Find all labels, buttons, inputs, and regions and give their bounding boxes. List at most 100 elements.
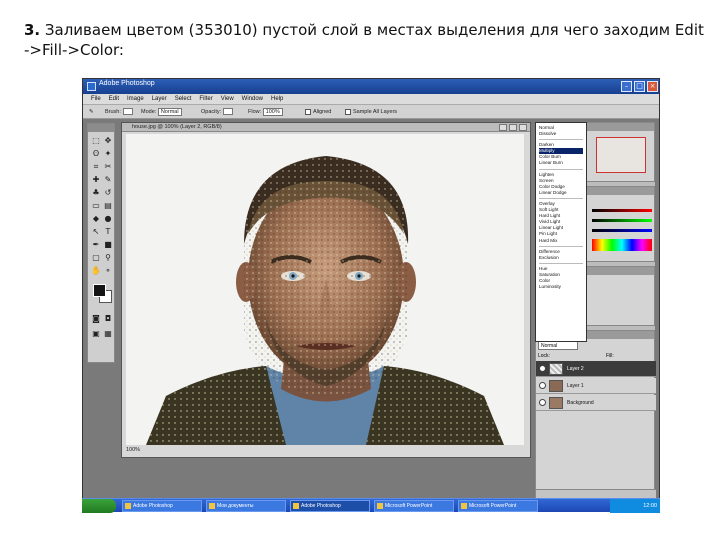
blue-slider[interactable] (592, 229, 652, 232)
menu-edit[interactable]: Edit (109, 94, 119, 104)
app-icon (461, 503, 467, 509)
brush-label: Brush: (105, 109, 121, 115)
taskbar-button[interactable]: Microsoft PowerPoint (374, 500, 454, 512)
app-icon (377, 503, 383, 509)
tool-preset-icon[interactable]: ✎ (89, 105, 94, 119)
screen-mode-icon[interactable]: ▣ (91, 329, 101, 339)
mode-select[interactable]: Normal (157, 107, 182, 116)
doc-maximize-icon[interactable] (509, 124, 517, 131)
flow-field[interactable]: 100% (262, 107, 283, 116)
menu-select[interactable]: Select (175, 94, 192, 104)
navigator-thumbnail[interactable] (596, 137, 646, 173)
taskbar-button[interactable]: Мои документы (206, 500, 286, 512)
red-slider[interactable] (592, 209, 652, 212)
aligned-label: Aligned (313, 109, 332, 115)
taskbar-button[interactable]: Adobe Photoshop (122, 500, 202, 512)
menu-bar: File Edit Image Layer Select Filter View… (83, 94, 659, 105)
opacity-field[interactable] (223, 108, 234, 116)
menu-window[interactable]: Window (242, 94, 263, 104)
menu-view[interactable]: View (221, 94, 234, 104)
move-tool-icon[interactable]: ✥ (103, 136, 113, 146)
doc-close-icon[interactable] (519, 124, 527, 131)
type-tool-icon[interactable]: T (103, 227, 113, 237)
taskbar-button[interactable]: Microsoft PowerPoint (458, 500, 538, 512)
slide: 3. Заливаем цветом (353010) пустой слой … (0, 0, 720, 540)
portrait-image (126, 134, 524, 445)
menu-separator (539, 244, 583, 247)
quick-mask-icon[interactable]: ◙ (91, 314, 101, 324)
close-icon[interactable]: × (647, 81, 658, 92)
eye-icon[interactable] (539, 365, 546, 372)
menu-file[interactable]: File (91, 94, 101, 104)
crop-tool-icon[interactable]: ⌗ (91, 162, 101, 172)
menu-separator (539, 196, 583, 199)
hand-tool-icon[interactable]: ✋ (91, 266, 101, 276)
lasso-tool-icon[interactable]: ʘ (91, 149, 101, 159)
color-ramp[interactable] (592, 239, 652, 251)
instruction-text-line2: ->Fill->Color: (24, 41, 124, 59)
system-tray-clock: 12:00 (610, 499, 660, 513)
step-number: 3. (24, 21, 41, 39)
layer-thumbnail (549, 380, 563, 392)
zoom-tool-icon[interactable]: ⚬ (103, 266, 113, 276)
start-button[interactable] (82, 499, 116, 513)
pen-tool-icon[interactable]: ✒ (91, 240, 101, 250)
right-panel-dock: Normal Lock: Fill: Layer 2 Layer 1 Backg… (535, 122, 656, 502)
magic-wand-tool-icon[interactable]: ✦ (103, 149, 113, 159)
menu-layer[interactable]: Layer (152, 94, 167, 104)
document-window-controls (499, 124, 527, 131)
notes-tool-icon[interactable]: ▢ (91, 253, 101, 263)
gradient-tool-icon[interactable]: ▤ (103, 201, 113, 211)
taskbar-button-active[interactable]: Adobe Photoshop (290, 500, 370, 512)
path-selection-tool-icon[interactable]: ↖ (91, 227, 101, 237)
layers-panel: Normal Lock: Fill: Layer 2 Layer 1 Backg… (535, 330, 656, 500)
blend-mode-select[interactable]: Normal (538, 341, 578, 350)
slice-tool-icon[interactable]: ✂ (103, 162, 113, 172)
layer-name: Layer 1 (567, 383, 584, 389)
shape-tool-icon[interactable]: ■ (103, 240, 113, 250)
eye-icon[interactable] (539, 399, 546, 406)
menu-separator (539, 261, 583, 264)
green-slider[interactable] (592, 219, 652, 222)
document-window: house.jpg @ 100% (Layer 2, RGB/8) 100% (121, 122, 531, 458)
blend-option[interactable]: Luminosity (539, 284, 583, 290)
menu-filter[interactable]: Filter (199, 94, 212, 104)
layer-thumbnail (549, 397, 563, 409)
tools-palette: ⬚ ✥ ʘ ✦ ⌗ ✂ ✚ ✎ ♣ ↺ ▭ ▤ ◆ ● ↖ T ✒ ■ ▢ ⚲ … (87, 123, 115, 363)
layer-name: Background (567, 400, 594, 406)
mode-label: Mode: (141, 109, 157, 115)
menu-help[interactable]: Help (271, 94, 283, 104)
windows-taskbar: Adobe Photoshop Мои документы Adobe Phot… (82, 498, 660, 513)
blur-tool-icon[interactable]: ◆ (91, 214, 101, 224)
opacity-label: Opacity: (201, 109, 222, 115)
standard-mode-icon[interactable]: ◘ (103, 314, 113, 324)
blend-mode-dropdown[interactable]: Normal Dissolve Darken Multiply Color Bu… (535, 122, 587, 342)
menu-image[interactable]: Image (127, 94, 144, 104)
doc-minimize-icon[interactable] (499, 124, 507, 131)
eraser-tool-icon[interactable]: ▭ (91, 201, 101, 211)
brush-tool-icon[interactable]: ✎ (103, 175, 113, 185)
image-canvas[interactable] (126, 134, 524, 445)
maximize-icon[interactable]: □ (634, 81, 645, 92)
layer-row-layer-2[interactable]: Layer 2 (536, 361, 656, 377)
fill-label: Fill: (606, 353, 614, 359)
window-controls: – □ × (621, 81, 658, 92)
clone-stamp-tool-icon[interactable]: ♣ (91, 188, 101, 198)
foreground-color-swatch[interactable] (93, 284, 106, 297)
marquee-tool-icon[interactable]: ⬚ (91, 136, 101, 146)
healing-brush-tool-icon[interactable]: ✚ (91, 175, 101, 185)
eye-icon[interactable] (539, 382, 546, 389)
brush-picker[interactable] (122, 108, 133, 116)
minimize-icon[interactable]: – (621, 81, 632, 92)
eyedropper-tool-icon[interactable]: ⚲ (103, 253, 113, 263)
layer-row-layer-1[interactable]: Layer 1 (536, 378, 656, 394)
history-brush-tool-icon[interactable]: ↺ (103, 188, 113, 198)
layer-thumbnail (549, 363, 563, 375)
dodge-tool-icon[interactable]: ● (103, 214, 113, 224)
full-screen-icon[interactable]: ▦ (103, 329, 113, 339)
layer-row-background[interactable]: Background (536, 395, 656, 411)
sample-all-label: Sample All Layers (353, 109, 398, 115)
aligned-checkbox[interactable] (305, 108, 311, 115)
sample-all-checkbox[interactable] (345, 108, 351, 115)
tools-palette-header[interactable] (88, 124, 114, 132)
